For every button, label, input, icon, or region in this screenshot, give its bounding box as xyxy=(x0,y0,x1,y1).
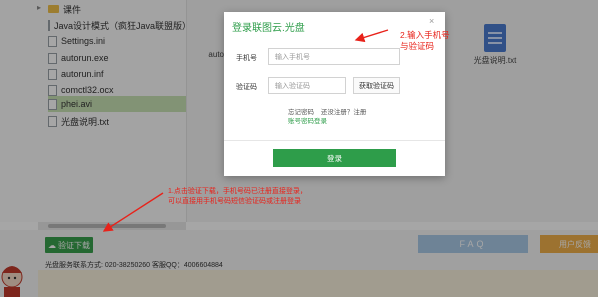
annotation-step1: 1.点击验证下载，手机号码已注册直接登录， 可以直接用手机号码短信验证码或注册登… xyxy=(168,187,307,207)
arrow-to-verify-button xyxy=(102,192,164,232)
annotation-line: 与验证码 xyxy=(400,41,435,51)
annotation-line: 可以直接用手机号码短信验证码或注册登录 xyxy=(168,198,301,205)
annotation-arrows xyxy=(102,29,389,232)
annotation-line: 2.输入手机号 xyxy=(400,30,450,40)
annotation-line: 1.点击验证下载，手机号码已注册直接登录， xyxy=(168,188,307,195)
annotation-step2: 2.输入手机号 与验证码 xyxy=(400,30,450,52)
arrow-to-phone-input xyxy=(354,29,389,43)
